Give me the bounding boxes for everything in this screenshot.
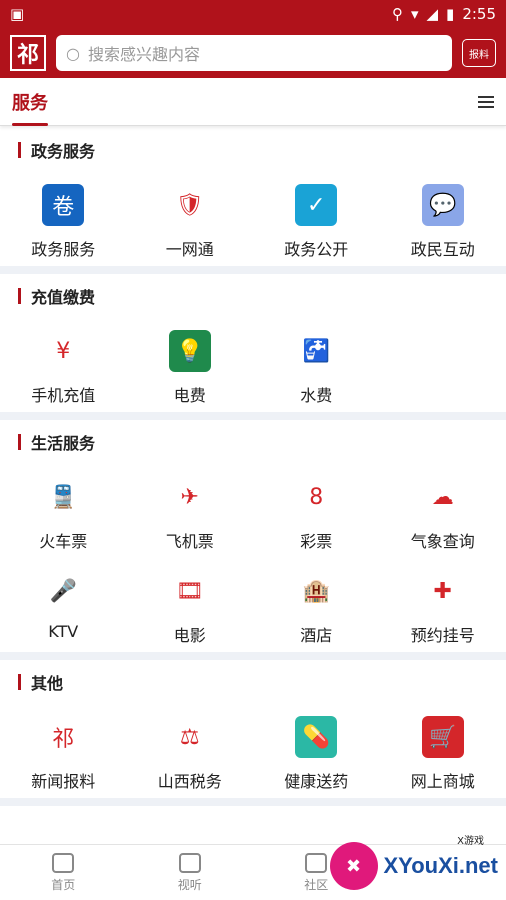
service-label: 飞机票 [165, 532, 214, 551]
service-item[interactable]: 🎞 电影 [127, 558, 254, 652]
medical-cross-icon: ✚ [421, 570, 464, 612]
nav-label: 社区 [304, 877, 329, 892]
watermark-small: X游戏 [457, 836, 484, 847]
film-reel-icon: 🎞 [168, 570, 211, 612]
hotel-icon: 🏨 [295, 570, 338, 612]
police-badge-icon: 🛡 [168, 184, 211, 226]
gov-service-icon: 卷 [42, 184, 85, 226]
service-label: 水费 [300, 386, 333, 405]
app-logo[interactable]: 祁 [10, 35, 46, 71]
section: 其他祁新闻报料 ⚖ 山西税务 💊 健康送药 🛒 网上商城 [0, 660, 506, 806]
service-label: 预约挂号 [410, 626, 475, 645]
service-label: 气象查询 [410, 532, 475, 551]
service-item[interactable]: ✈ 飞机票 [127, 464, 254, 558]
watermark: ✖ XYouXi.net X游戏 [329, 836, 499, 890]
service-label: 政务公开 [284, 240, 349, 259]
shopping-cart-icon: 🛒 [421, 716, 464, 758]
watermark-text: XYouXi.net [383, 853, 499, 878]
service-label: 政民互动 [410, 240, 475, 259]
service-label: 一网通 [165, 240, 214, 259]
service-label: 山西税务 [157, 772, 222, 791]
home-icon [52, 852, 75, 873]
service-item[interactable]: 🚰 水费 [253, 318, 380, 412]
service-label: 政务服务 [31, 240, 96, 259]
top-bar: 祁 ○ 搜索感兴趣内容 报料 [0, 28, 506, 78]
gallery-icon: ▣ [10, 5, 25, 23]
search-input[interactable]: ○ 搜索感兴趣内容 [56, 35, 452, 71]
section-title: 政务服务 [0, 128, 506, 172]
nav-item[interactable]: 首页 [0, 845, 127, 900]
nav-label: 首页 [51, 877, 76, 892]
service-item[interactable]: ✚ 预约挂号 [380, 558, 506, 652]
service-item[interactable]: 卷政务服务 [0, 172, 127, 266]
service-item[interactable]: ✓ 政务公开 [253, 172, 380, 266]
service-item[interactable]: 🏨 酒店 [253, 558, 380, 652]
service-item[interactable]: 🎤 KTV [0, 558, 127, 652]
section-title: 充值缴费 [0, 274, 506, 318]
section: 政务服务卷政务服务 🛡 一网通 ✓ 政务公开 💬 政民互动 [0, 128, 506, 274]
service-item[interactable]: ¥ 手机充值 [0, 318, 127, 412]
service-grid: 卷政务服务 🛡 一网通 ✓ 政务公开 💬 政民互动 [0, 172, 506, 266]
chat-bubble-icon: 💬 [421, 184, 464, 226]
service-label: 手机充值 [31, 386, 96, 405]
tab-service[interactable]: 服务 [12, 78, 48, 126]
pill-icon: 💊 [295, 716, 338, 758]
video-icon [178, 852, 201, 873]
menu-icon[interactable] [478, 95, 494, 108]
lottery-icon: 8 [295, 476, 338, 518]
service-item[interactable]: ⚖ 山西税务 [127, 704, 254, 798]
service-label: KTV [48, 622, 79, 641]
news-report-icon: 祁 [42, 716, 85, 758]
service-item[interactable]: 🛡 一网通 [127, 172, 254, 266]
airplane-icon: ✈ [168, 476, 211, 518]
location-icon: ⚲ [391, 5, 403, 23]
community-icon [305, 852, 328, 873]
service-item[interactable]: 8 彩票 [253, 464, 380, 558]
train-icon: 🚆 [42, 476, 85, 518]
service-item[interactable]: 🚆 火车票 [0, 464, 127, 558]
service-label: 电费 [173, 386, 206, 405]
service-label: 健康送药 [284, 772, 349, 791]
microphone-icon: 🎤 [42, 570, 85, 612]
signal-icon: ◢ [426, 5, 439, 23]
electricity-icon: 💡 [168, 330, 211, 372]
service-label: 彩票 [300, 532, 333, 551]
phone-recharge-icon: ¥ [42, 330, 85, 372]
service-grid: 祁新闻报料 ⚖ 山西税务 💊 健康送药 🛒 网上商城 [0, 704, 506, 798]
tab-bar: 服务 [0, 78, 506, 126]
status-bar: ▣ ⚲ ▾ ◢ ▮ 2:55 [0, 0, 506, 28]
service-grid: 🚆 火车票 ✈ 飞机票 8 彩票 ☁ 气象查询 🎤 KTV 🎞 电影 🏨 酒店 ✚ 预约挂号 [0, 464, 506, 652]
report-button[interactable]: 报料 [462, 39, 496, 67]
water-tap-icon: 🚰 [295, 330, 338, 372]
service-item[interactable]: 💊 健康送药 [253, 704, 380, 798]
service-item[interactable]: 💡 电费 [127, 318, 254, 412]
watermark-logo-icon: ✖ [329, 842, 378, 890]
section: 充值缴费 ¥ 手机充值 💡 电费 🚰 水费 [0, 274, 506, 420]
service-label: 网上商城 [410, 772, 475, 791]
section-title: 生活服务 [0, 420, 506, 464]
service-grid: ¥ 手机充值 💡 电费 🚰 水费 [0, 318, 506, 412]
service-item[interactable]: ☁ 气象查询 [380, 464, 506, 558]
nav-item[interactable]: 视听 [127, 845, 254, 900]
search-icon: ○ [66, 43, 80, 63]
status-time: 2:55 [462, 5, 496, 23]
service-label: 火车票 [39, 532, 88, 551]
section-title: 其他 [0, 660, 506, 704]
tax-emblem-icon: ⚖ [168, 716, 211, 758]
service-item[interactable]: 💬 政民互动 [380, 172, 506, 266]
service-item[interactable]: 祁新闻报料 [0, 704, 127, 798]
service-list[interactable]: 政务服务卷政务服务 🛡 一网通 ✓ 政务公开 💬 政民互动 充值缴费 ¥ 手机充值 💡 电费 🚰 水费 生活… [0, 128, 506, 844]
service-label: 电影 [173, 626, 206, 645]
service-label: 新闻报料 [31, 772, 96, 791]
check-circle-icon: ✓ [295, 184, 338, 226]
section: 生活服务 🚆 火车票 ✈ 飞机票 8 彩票 ☁ 气象查询 🎤 KTV 🎞 电影 🏨 酒店 ✚ 预约挂号 [0, 420, 506, 660]
search-placeholder: 搜索感兴趣内容 [87, 45, 200, 64]
cloud-icon: ☁ [421, 476, 464, 518]
service-item[interactable]: 🛒 网上商城 [380, 704, 506, 798]
nav-label: 视听 [177, 877, 202, 892]
battery-icon: ▮ [446, 5, 455, 23]
service-label: 酒店 [300, 626, 333, 645]
wifi-icon: ▾ [410, 5, 419, 23]
